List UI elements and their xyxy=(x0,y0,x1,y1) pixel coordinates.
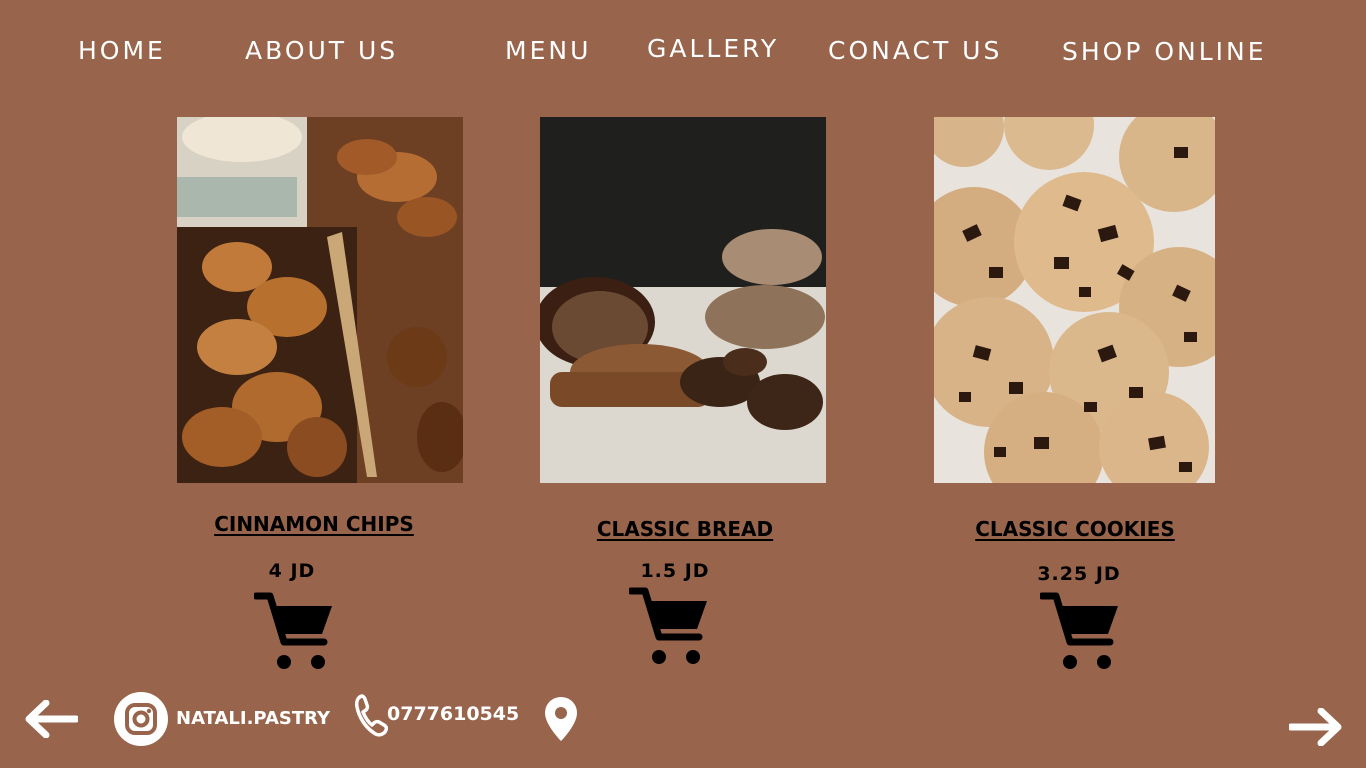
phone-icon xyxy=(354,693,389,741)
location-pin-icon[interactable] xyxy=(543,695,579,747)
product-name[interactable]: CLASSIC COOKIES xyxy=(975,517,1175,541)
nav-gallery[interactable]: GALLERY xyxy=(647,34,779,63)
classic-cookies-photo xyxy=(934,117,1215,483)
cart-icon[interactable] xyxy=(1040,592,1120,670)
cinnamon-chips-photo xyxy=(177,117,463,483)
product-name[interactable]: CINNAMON CHIPS xyxy=(214,512,414,536)
nav-menu[interactable]: MENU xyxy=(505,36,591,65)
classic-bread-photo xyxy=(540,117,826,483)
cart-icon[interactable] xyxy=(254,592,334,670)
nav-shop[interactable]: SHOP ONLINE xyxy=(1062,37,1267,66)
arrow-right-icon[interactable] xyxy=(1287,707,1343,750)
product-price: 3.25 JD xyxy=(1037,563,1121,585)
product-price: 4 JD xyxy=(268,560,316,582)
product-name[interactable]: CLASSIC BREAD xyxy=(597,517,773,541)
instagram-icon[interactable] xyxy=(114,692,168,750)
product-price: 1.5 JD xyxy=(640,560,710,582)
cart-icon[interactable] xyxy=(629,587,709,665)
phone-number[interactable]: 0777610545 xyxy=(387,703,519,725)
nav-about[interactable]: ABOUT US xyxy=(245,36,398,65)
nav-home[interactable]: HOME xyxy=(78,36,166,65)
nav-contact[interactable]: CONACT US xyxy=(828,36,1002,65)
instagram-handle[interactable]: NATALI.PASTRY xyxy=(176,708,330,729)
arrow-left-icon[interactable] xyxy=(24,699,80,742)
